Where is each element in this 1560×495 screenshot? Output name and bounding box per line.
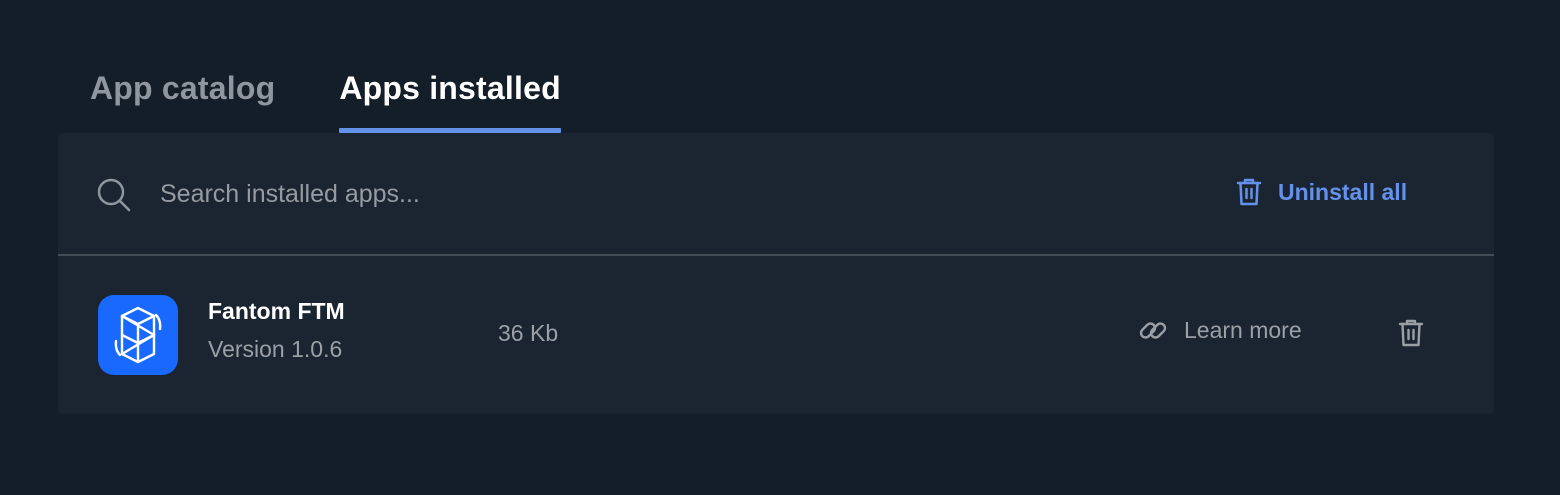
delete-app-button[interactable] xyxy=(1398,318,1424,353)
app-size: 36 Kb xyxy=(498,320,559,346)
fantom-logo-icon xyxy=(98,295,178,375)
link-icon xyxy=(1139,322,1167,339)
app-version: Version 1.0.6 xyxy=(208,336,343,362)
search-bar: Uninstall all xyxy=(58,133,1494,256)
app-name: Fantom FTM xyxy=(208,298,345,324)
learn-more-link[interactable]: Learn more xyxy=(1138,315,1302,345)
trash-icon xyxy=(1236,178,1262,206)
tab-bar: App catalog Apps installed xyxy=(90,66,561,133)
tab-app-catalog[interactable]: App catalog xyxy=(90,66,275,133)
search-input[interactable] xyxy=(160,173,860,215)
tab-apps-installed[interactable]: Apps installed xyxy=(339,66,561,133)
uninstall-all-label: Uninstall all xyxy=(1278,178,1408,205)
installed-apps-panel: Uninstall all Fantom FTM Version 1.0.6 3… xyxy=(58,133,1494,414)
search-icon xyxy=(97,178,131,212)
trash-icon xyxy=(1398,319,1424,347)
learn-more-label: Learn more xyxy=(1184,316,1302,343)
tab-apps-installed-label: Apps installed xyxy=(339,70,561,106)
tab-app-catalog-label: App catalog xyxy=(90,70,276,106)
uninstall-all-button[interactable]: Uninstall all xyxy=(1236,177,1407,207)
app-row: Fantom FTM Version 1.0.6 36 Kb Learn mor… xyxy=(58,256,1494,414)
